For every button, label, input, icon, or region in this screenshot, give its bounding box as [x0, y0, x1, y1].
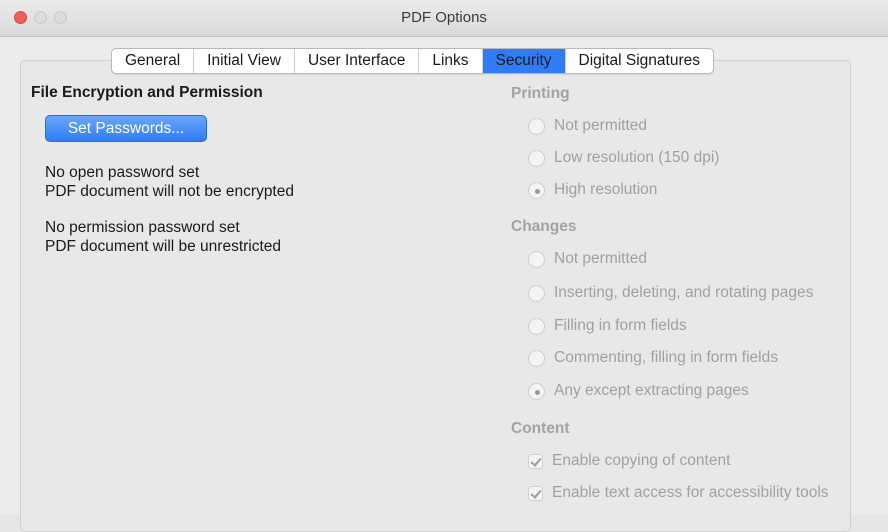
set-passwords-button[interactable]: Set Passwords...	[45, 115, 207, 142]
tab-digital-signatures[interactable]: Digital Signatures	[566, 49, 713, 73]
permission-password-line: No permission password set	[45, 219, 240, 236]
option-label: Enable copying of content	[552, 452, 731, 469]
content-option-accessibility[interactable]: Enable text access for accessibility too…	[528, 483, 829, 503]
tab-user-interface[interactable]: User Interface	[295, 49, 420, 73]
window-title: PDF Options	[401, 9, 487, 26]
tab-links[interactable]: Links	[419, 49, 483, 73]
radio-icon[interactable]	[528, 117, 545, 135]
changes-option-not-permitted[interactable]: Not permitted	[528, 249, 647, 269]
radio-selected-icon[interactable]	[528, 382, 545, 400]
tab-security[interactable]: Security	[482, 49, 566, 73]
option-label: Commenting, filling in form fields	[554, 349, 778, 366]
changes-option-any-except-extracting[interactable]: Any except extracting pages	[528, 381, 749, 401]
option-label: Not permitted	[554, 117, 648, 134]
printing-option-not-permitted[interactable]: Not permitted	[528, 116, 647, 136]
printing-option-high-resolution[interactable]: High resolution	[528, 180, 657, 200]
encryption-line: PDF document will not be encrypted	[45, 183, 294, 200]
pdf-options-window: PDF Options General Initial View User In…	[0, 0, 888, 532]
radio-selected-icon[interactable]	[528, 181, 545, 199]
changes-heading: Changes	[511, 218, 577, 235]
printing-option-low-resolution[interactable]: Low resolution (150 dpi)	[528, 148, 719, 168]
option-label: Enable text access for accessibility too…	[552, 484, 829, 501]
tab-initial-view[interactable]: Initial View	[194, 49, 295, 73]
radio-icon[interactable]	[528, 317, 545, 335]
title-bar[interactable]: PDF Options	[0, 0, 888, 37]
radio-icon[interactable]	[528, 250, 545, 268]
encryption-heading: File Encryption and Permission	[31, 84, 263, 101]
changes-option-inserting-pages[interactable]: Inserting, deleting, and rotating pages	[528, 283, 813, 303]
option-label: Filling in form fields	[554, 317, 687, 334]
printing-heading: Printing	[511, 85, 570, 102]
changes-option-filling-forms[interactable]: Filling in form fields	[528, 316, 687, 336]
option-label: Any except extracting pages	[554, 382, 749, 399]
permission-password-status: No permission password set PDF document …	[45, 218, 281, 256]
radio-icon[interactable]	[528, 284, 545, 302]
option-label: High resolution	[554, 181, 658, 198]
open-password-line: No open password set	[45, 164, 200, 181]
option-label: Low resolution (150 dpi)	[554, 149, 720, 166]
changes-option-commenting[interactable]: Commenting, filling in form fields	[528, 348, 778, 368]
content-heading: Content	[511, 420, 570, 437]
tab-general[interactable]: General	[112, 49, 195, 73]
open-password-status: No open password set PDF document will n…	[45, 163, 294, 201]
radio-icon[interactable]	[528, 149, 545, 167]
checkbox-checked-icon[interactable]	[528, 485, 543, 501]
checkbox-checked-icon[interactable]	[528, 453, 543, 469]
radio-icon[interactable]	[528, 349, 545, 367]
option-label: Not permitted	[554, 250, 648, 267]
option-label: Inserting, deleting, and rotating pages	[554, 284, 814, 301]
content-option-enable-copying[interactable]: Enable copying of content	[528, 451, 730, 471]
restriction-line: PDF document will be unrestricted	[45, 238, 282, 255]
tab-bar: General Initial View User Interface Link…	[111, 48, 714, 74]
